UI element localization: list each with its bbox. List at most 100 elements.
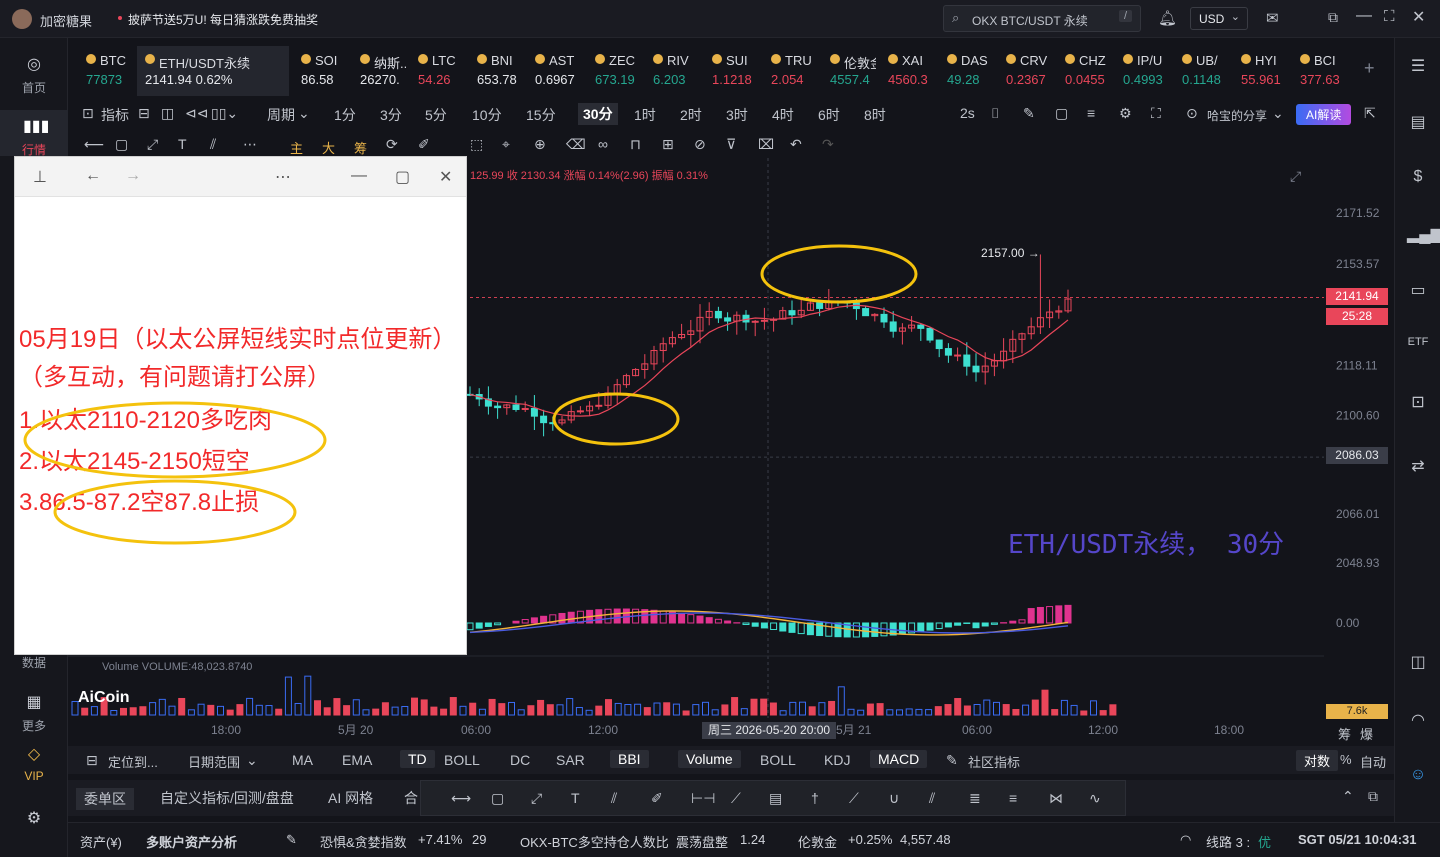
ai-button[interactable]: AI解读: [1296, 104, 1352, 125]
text-tool-icon[interactable]: T: [178, 136, 187, 152]
vline-icon[interactable]: †: [811, 790, 819, 806]
nav-more[interactable]: ▦ 更多: [0, 692, 68, 734]
ticker-6[interactable]: AST 0.6967: [535, 46, 581, 96]
interval-2[interactable]: 5分: [425, 105, 447, 125]
refresh-rate[interactable]: 2s: [960, 105, 975, 121]
ticker-9[interactable]: SUI 1.1218: [712, 46, 758, 96]
price-range-icon[interactable]: ▤: [769, 790, 782, 807]
main-indicator-3[interactable]: BOLL: [444, 752, 480, 768]
main-indicator-5[interactable]: SAR: [556, 752, 585, 768]
tab-orders[interactable]: 委单区: [76, 788, 134, 810]
zoom-icon[interactable]: ⊕: [534, 136, 546, 153]
main-indicator-0[interactable]: MA: [292, 752, 313, 768]
minimize-icon[interactable]: —: [351, 167, 367, 185]
liquidation-corner-label[interactable]: 爆: [1360, 724, 1373, 743]
expand-icon[interactable]: ⤢: [1290, 168, 1301, 185]
ticker-4[interactable]: LTC 54.26: [418, 46, 464, 96]
ticker-10[interactable]: TRU 2.054: [771, 46, 817, 96]
sub-indicator-0[interactable]: Volume: [678, 750, 741, 768]
currency-select[interactable]: USD ⌄: [1190, 7, 1248, 30]
interval-3[interactable]: 10分: [472, 105, 502, 125]
dollar-icon[interactable]: $: [1407, 168, 1429, 190]
chip-corner-label[interactable]: 筹: [1338, 724, 1351, 743]
cursor-icon[interactable]: ⬚: [470, 136, 483, 153]
promo-banner[interactable]: 披萨节送5万U! 每日猜涨跌免费抽奖: [128, 11, 318, 28]
ray-tool-icon[interactable]: ⤢: [147, 136, 158, 153]
interval-8[interactable]: 3时: [726, 105, 748, 125]
wave-icon[interactable]: ∿: [1089, 790, 1101, 807]
fullscreen-icon[interactable]: ⛶: [1151, 105, 1161, 122]
more-icon[interactable]: ⋯: [275, 167, 291, 187]
note-popup-window[interactable]: ⊥ ← → ⋯ — ▢ ✕ 05月19日（以太公屏短线实时点位更新） （多互动，…: [14, 156, 467, 655]
ticker-11[interactable]: 伦敦金4557.4: [830, 46, 876, 96]
text-icon[interactable]: T: [571, 790, 580, 806]
tab-contract[interactable]: 合: [404, 788, 418, 808]
popout-icon[interactable]: ⧉: [1328, 9, 1338, 26]
chevron-up-icon[interactable]: ⌃: [1342, 788, 1354, 805]
lock-icon[interactable]: ⊓: [630, 136, 641, 153]
arrow-icon[interactable]: ⤢: [531, 790, 542, 807]
brush-icon[interactable]: ✐: [651, 790, 663, 807]
layout-icon[interactable]: ◫: [1407, 652, 1429, 674]
chip-distribution[interactable]: 筹: [354, 138, 367, 157]
layout-icon[interactable]: ⊟: [138, 105, 150, 122]
export-icon[interactable]: ⇱: [1364, 105, 1376, 122]
parallel-icon[interactable]: ⫽: [611, 790, 617, 807]
ticker-19[interactable]: BCI 377.63: [1300, 46, 1346, 96]
interval-9[interactable]: 4时: [772, 105, 794, 125]
maximize-icon[interactable]: ▢: [395, 167, 410, 187]
interval-5[interactable]: 30分: [578, 103, 618, 125]
pattern-icon[interactable]: ⋈: [1049, 790, 1063, 807]
ticker-8[interactable]: RIV 6.203: [653, 46, 699, 96]
auto-scale-toggle[interactable]: 自动: [1360, 752, 1386, 771]
more-tools-icon[interactable]: ⋯: [243, 136, 257, 153]
edit-icon[interactable]: ✎: [286, 832, 297, 848]
community-icon[interactable]: ✎: [946, 752, 958, 769]
line-tool-icon[interactable]: ⟵: [84, 136, 104, 153]
redo-icon[interactable]: ↷: [822, 136, 834, 153]
maximize-icon[interactable]: ⛶: [1384, 8, 1395, 25]
list-icon[interactable]: ☰: [1407, 56, 1429, 78]
link-icon[interactable]: ⊘: [694, 136, 706, 153]
close-icon[interactable]: ✕: [1412, 7, 1425, 27]
ticker-2[interactable]: SOI 86.58: [301, 46, 346, 96]
ruler-icon[interactable]: ⌖: [502, 136, 510, 153]
community-indicators[interactable]: 社区指标: [968, 752, 1020, 771]
ticker-3[interactable]: 纳斯...26270.: [360, 46, 406, 96]
big-chip[interactable]: 大: [322, 138, 335, 157]
close-icon[interactable]: ✕: [439, 167, 452, 187]
window-icon[interactable]: ▢: [1055, 105, 1068, 122]
tab-ai-grid[interactable]: AI 网格: [328, 788, 373, 808]
refresh-icon[interactable]: ⟳: [386, 136, 398, 153]
interval-11[interactable]: 8时: [864, 105, 886, 125]
brush-icon[interactable]: ✐: [418, 136, 430, 153]
ticker-15[interactable]: CHZ 0.0455: [1065, 46, 1111, 96]
tab-custom-indicators[interactable]: 自定义指标/回测/盘盘: [160, 788, 294, 808]
ticker-13[interactable]: DAS 49.28: [947, 46, 993, 96]
date-range-button[interactable]: 日期范围: [188, 752, 240, 771]
add-ticker-button[interactable]: +: [1364, 58, 1375, 79]
ticker-18[interactable]: HYI 55.961: [1241, 46, 1287, 96]
interval-1[interactable]: 3分: [380, 105, 402, 125]
rect-tool-icon[interactable]: ▢: [115, 136, 128, 153]
period-button[interactable]: 周期: [267, 105, 295, 125]
gann-icon[interactable]: ≡: [1009, 790, 1017, 806]
interval-0[interactable]: 1分: [334, 105, 356, 125]
minimize-icon[interactable]: —: [1356, 7, 1372, 25]
main-indicator-2[interactable]: TD: [400, 750, 435, 768]
mail-icon[interactable]: ✉: [1266, 9, 1279, 27]
ticker-7[interactable]: ZEC 673.19: [595, 46, 641, 96]
template-icon[interactable]: ⊞: [662, 136, 674, 153]
indicator-icon[interactable]: ⊡: [82, 105, 94, 122]
trash-icon[interactable]: ⌧: [758, 136, 774, 153]
interval-6[interactable]: 1时: [634, 105, 656, 125]
log-scale-toggle[interactable]: 对数: [1296, 750, 1339, 771]
document-icon[interactable]: ▤: [1407, 112, 1429, 134]
line-label[interactable]: 线路 3 :: [1206, 832, 1250, 851]
ticker-0[interactable]: BTC 77873: [86, 46, 130, 96]
etf-icon[interactable]: ETF: [1407, 336, 1429, 358]
nav-vip[interactable]: ◇ VIP: [0, 744, 68, 783]
assistant-icon[interactable]: ☺: [1407, 766, 1429, 788]
rect-icon[interactable]: ▢: [491, 790, 504, 807]
main-indicator-1[interactable]: EMA: [342, 752, 372, 768]
